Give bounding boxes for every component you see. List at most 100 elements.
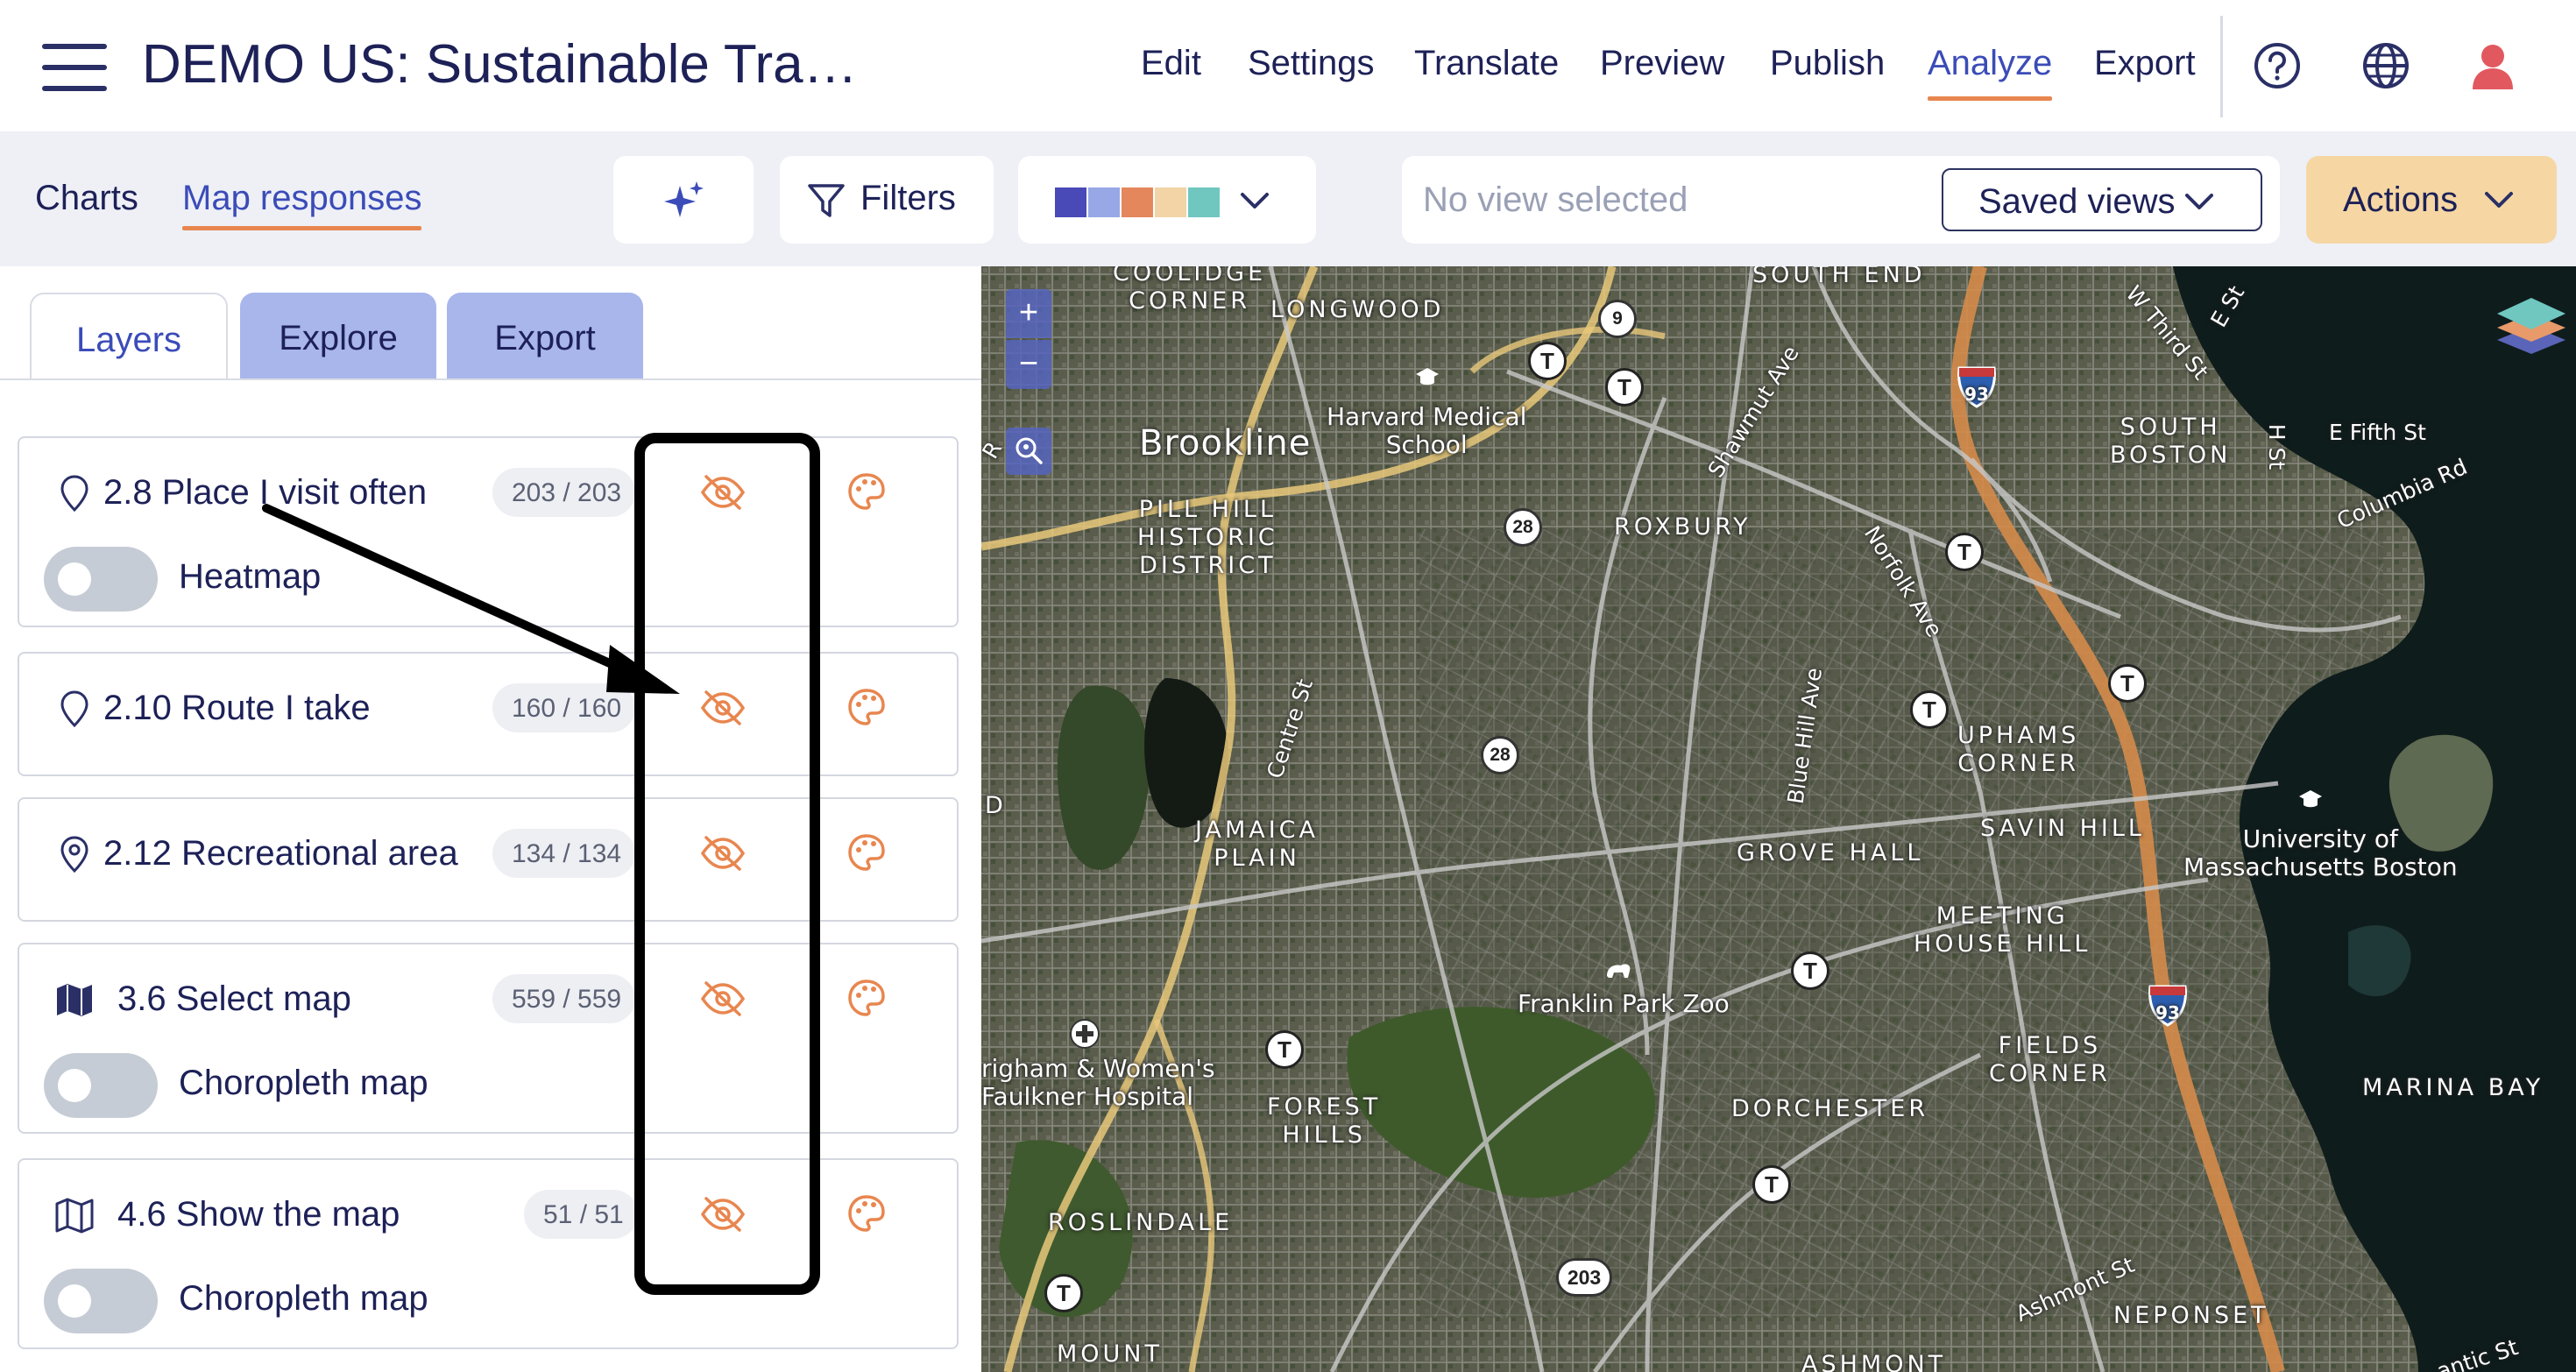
map-label-franklin-park-zoo: Franklin Park Zoo (1518, 989, 1730, 1018)
transit-stop-t: T (1528, 342, 1567, 380)
transit-stop-t: T (1945, 533, 1984, 571)
user-icon[interactable] (2466, 39, 2520, 93)
map-label-dorchester: DORCHESTER (1731, 1095, 1929, 1122)
actions-button[interactable]: Actions (2306, 156, 2557, 244)
ai-insights-button[interactable] (613, 156, 754, 244)
interstate-93-label: 93 (1964, 384, 1989, 405)
map-label-brookline: Brookline (1139, 423, 1312, 463)
filters-label: Filters (860, 179, 956, 217)
heatmap-toggle[interactable] (44, 547, 158, 612)
map-label-savin-hill: SAVIN HILL (1980, 815, 2145, 842)
eye-off-icon[interactable] (699, 471, 747, 513)
map-label-grove-hall: GROVE HALL (1737, 839, 1924, 866)
map-label-ashmont: ASHMONT (1801, 1351, 1947, 1372)
nav-settings[interactable]: Settings (1248, 44, 1375, 83)
transit-stop-t: T (2108, 664, 2147, 703)
transit-stop-t: T (1265, 1030, 1304, 1069)
eye-off-icon[interactable] (699, 978, 747, 1020)
app-title: DEMO US: Sustainable Tra… (142, 34, 858, 95)
filters-button[interactable]: Filters (780, 156, 994, 244)
nav-preview[interactable]: Preview (1600, 44, 1724, 83)
eye-off-icon[interactable] (699, 687, 747, 729)
locate-button[interactable] (1006, 428, 1051, 475)
choropleth-toggle[interactable] (44, 1269, 158, 1333)
palette-icon[interactable] (846, 1193, 887, 1234)
tab-explore[interactable]: Explore (240, 293, 436, 380)
tab-map-responses[interactable]: Map responses (182, 179, 422, 230)
palette-icon[interactable] (846, 832, 887, 873)
layer-count-badge: 134 / 134 (492, 829, 636, 878)
palette-icon[interactable] (846, 471, 887, 512)
nav-edit[interactable]: Edit (1141, 44, 1201, 83)
saved-views-button[interactable]: Saved views (1942, 168, 2262, 231)
palette-swatch (1055, 187, 1086, 217)
nav-translate[interactable]: Translate (1414, 44, 1559, 83)
palette-swatch (1155, 187, 1186, 217)
layer-title: 3.6 Select map (117, 979, 351, 1018)
interstate-93-label: 93 (2155, 1002, 2180, 1023)
eye-off-icon[interactable] (699, 832, 747, 874)
layer-title: 2.10 Route I take (103, 689, 371, 727)
magnifier-pin-icon (1016, 437, 1043, 464)
nav-divider (2220, 16, 2223, 117)
palette-icon[interactable] (846, 978, 887, 1018)
zoom-out-button[interactable]: − (1006, 340, 1051, 389)
tab-charts[interactable]: Charts (35, 179, 138, 218)
chevron-down-icon (2485, 192, 2513, 208)
school-icon (2299, 790, 2322, 808)
transit-stop-t: T (1791, 951, 1829, 990)
toggle-label: Choropleth map (179, 1064, 428, 1102)
transit-stop-t: T (1910, 690, 1949, 729)
hospital-icon (1070, 1019, 1100, 1049)
map-pin-icon (60, 475, 88, 513)
map-label-mount: MOUNT (1057, 1340, 1163, 1368)
view-selector: No view selected Saved views (1402, 156, 2280, 244)
layer-count-badge: 51 / 51 (524, 1190, 638, 1239)
palette-icon[interactable] (846, 687, 887, 727)
map-view[interactable]: + − COOLIDGE CORNER LONGWOOD SOUTH END Br… (981, 266, 2576, 1372)
map-label-fields-corner: FIELDS CORNER (1989, 1032, 2111, 1087)
layer-card: 2.10 Route I take 160 / 160 (18, 652, 959, 776)
help-icon[interactable] (2250, 39, 2304, 93)
saved-views-label: Saved views (1978, 182, 2176, 221)
map-label-south-boston: SOUTH BOSTON (2110, 414, 2232, 469)
zoo-icon (1607, 964, 1631, 978)
layers-stack-icon[interactable] (2492, 293, 2571, 363)
analyze-toolbar: Charts Map responses Filters No view sel… (0, 133, 2576, 266)
zoom-in-button[interactable]: + (1006, 289, 1051, 338)
map-pin-icon (60, 836, 88, 873)
route-shield-28: 28 (1504, 508, 1542, 547)
route-shield-203: 203 (1556, 1258, 1612, 1297)
map-label-pill-hill: PILL HILL HISTORIC DISTRICT (1137, 496, 1278, 579)
tab-export-panel[interactable]: Export (447, 293, 643, 380)
chevron-down-icon (1241, 193, 1269, 209)
globe-icon[interactable] (2359, 39, 2413, 93)
hamburger-menu-icon[interactable] (42, 40, 109, 95)
view-placeholder: No view selected (1423, 180, 1688, 219)
map-label-harvard-medical-school: Harvard Medical School (1327, 402, 1527, 459)
choropleth-toggle[interactable] (44, 1053, 158, 1118)
layer-count-badge: 160 / 160 (492, 683, 636, 732)
map-label-umass-boston: University of Massachusetts Boston (2183, 824, 2458, 881)
actions-label: Actions (2343, 180, 2459, 219)
top-navigation-bar: DEMO US: Sustainable Tra… Edit Settings … (0, 0, 2576, 133)
palette-swatch (1088, 187, 1120, 217)
map-label-uphams-corner: UPHAMS CORNER (1957, 722, 2080, 777)
nav-export[interactable]: Export (2094, 44, 2196, 83)
layer-card: 4.6 Show the map 51 / 51 Choropleth map (18, 1158, 959, 1349)
layer-title: 4.6 Show the map (117, 1195, 400, 1234)
map-label-edge-d: D (985, 792, 1007, 819)
layer-card: 3.6 Select map 559 / 559 Choropleth map (18, 943, 959, 1134)
tab-divider (0, 378, 981, 380)
route-shield-28: 28 (1481, 736, 1519, 774)
map-label-h-st: H St (2264, 423, 2290, 470)
map-outline-icon (55, 1198, 94, 1234)
color-palette-dropdown[interactable] (1018, 156, 1316, 244)
map-label-roslindale: ROSLINDALE (1048, 1209, 1234, 1236)
tab-layers[interactable]: Layers (30, 293, 228, 380)
layer-card: 2.8 Place I visit often 203 / 203 Heatma… (18, 436, 959, 627)
sparkles-icon (664, 181, 704, 217)
eye-off-icon[interactable] (699, 1193, 747, 1235)
nav-analyze[interactable]: Analyze (1928, 44, 2053, 101)
nav-publish[interactable]: Publish (1770, 44, 1885, 83)
